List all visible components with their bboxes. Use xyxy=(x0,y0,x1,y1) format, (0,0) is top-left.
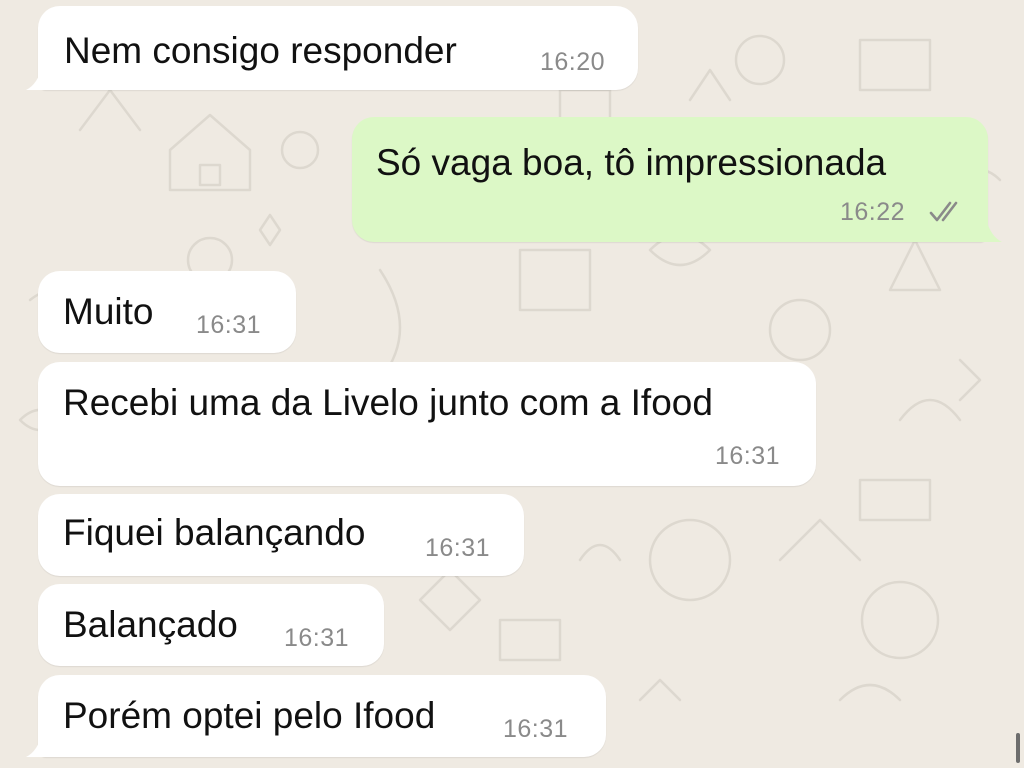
message-bubble-incoming[interactable]: Porém optei pelo Ifood 16:31 xyxy=(38,675,606,757)
message-text: Nem consigo responder xyxy=(64,30,457,71)
bubble-tail-incoming xyxy=(26,733,54,757)
message-bubble-incoming[interactable]: Fiquei balançando 16:31 xyxy=(38,494,524,576)
read-ticks-icon xyxy=(929,201,958,222)
message-text: Recebi uma da Livelo junto com a Ifood xyxy=(63,382,713,423)
bubble-tail-outgoing xyxy=(974,218,1002,242)
message-timestamp: 16:31 xyxy=(196,311,262,339)
message-timestamp: 16:31 xyxy=(284,624,350,652)
message-bubble-incoming[interactable]: Nem consigo responder 16:20 xyxy=(38,6,638,90)
message-timestamp: 16:31 xyxy=(425,534,491,562)
message-timestamp: 16:20 xyxy=(540,48,606,76)
message-bubble-outgoing[interactable]: Só vaga boa, tô impressionada 16:22 xyxy=(352,117,988,242)
message-text: Muito xyxy=(63,291,154,332)
scroll-indicator[interactable] xyxy=(1016,733,1020,763)
message-bubble-incoming[interactable]: Recebi uma da Livelo junto com a Ifood 1… xyxy=(38,362,816,486)
message-text: Balançado xyxy=(63,604,238,645)
message-text: Fiquei balançando xyxy=(63,512,366,553)
message-bubble-incoming[interactable]: Balançado 16:31 xyxy=(38,584,384,666)
message-timestamp: 16:31 xyxy=(715,442,781,470)
message-timestamp: 16:31 xyxy=(503,715,569,743)
message-timestamp: 16:22 xyxy=(840,198,906,226)
bubble-tail-incoming xyxy=(26,66,54,90)
message-text: Só vaga boa, tô impressionada xyxy=(376,142,887,183)
message-bubble-incoming[interactable]: Muito 16:31 xyxy=(38,271,296,353)
message-text: Porém optei pelo Ifood xyxy=(63,695,436,736)
